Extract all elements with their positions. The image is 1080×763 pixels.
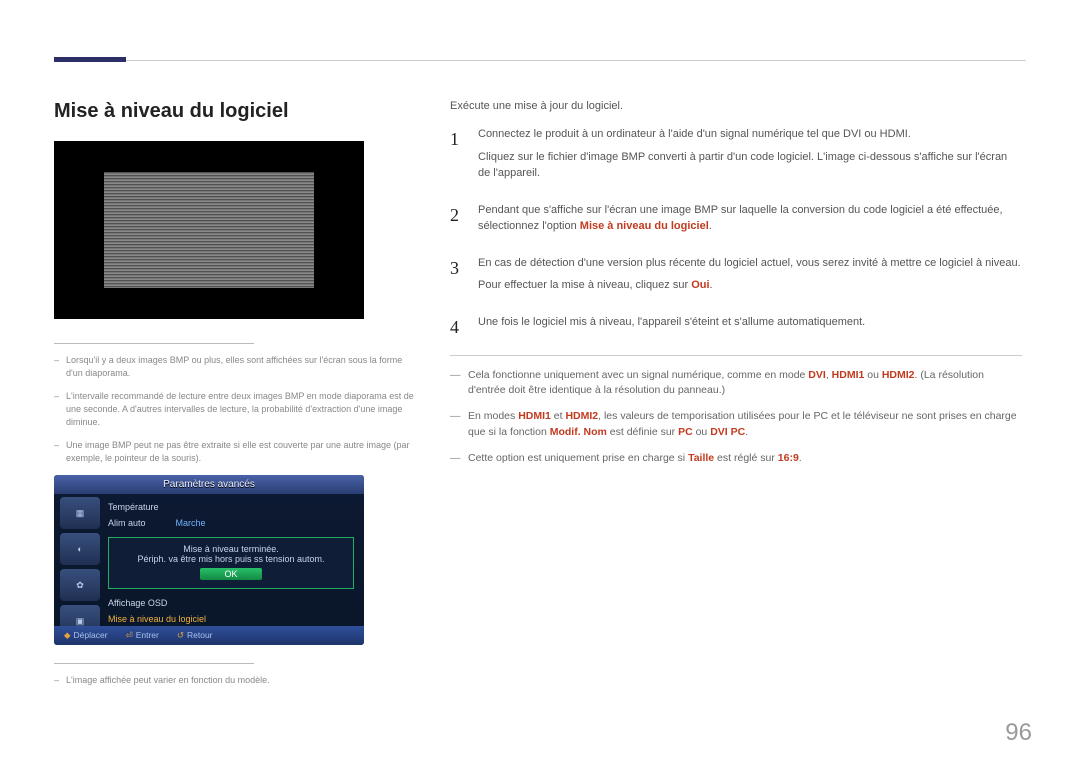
text: Une fois le logiciel mis à niveau, l'app… — [478, 316, 865, 328]
emphasis: Modif. Nom — [550, 426, 607, 438]
page-title: Mise à niveau du logiciel — [54, 100, 418, 123]
step-paragraph: Une fois le logiciel mis à niveau, l'app… — [478, 314, 865, 331]
subnotes-list: Cela fonctionne uniquement avec un signa… — [450, 368, 1022, 467]
left-column: Mise à niveau du logiciel Lorsqu'il y a … — [54, 100, 418, 697]
step-item: 3 En cas de détection d'une version plus … — [450, 255, 1022, 300]
osd-value: Marche — [176, 518, 206, 528]
step-number: 1 — [450, 126, 464, 188]
text: En cas de détection d'une version plus r… — [478, 257, 1021, 269]
osd-popup-line1: Mise à niveau terminée. — [117, 544, 345, 554]
emphasis: HDMI2 — [882, 369, 915, 381]
header-rule — [54, 60, 1026, 61]
osd-popup-line2: Périph. va être mis hors puis ss tension… — [117, 554, 345, 564]
osd-screenshot: Paramètres avancés ▦ ◐ ✿ ▣ Température A… — [54, 475, 364, 645]
step-number: 2 — [450, 202, 464, 241]
text: est définie sur — [607, 426, 678, 438]
osd-body: Température Alim auto Marche Mise à nive… — [108, 499, 354, 627]
header-accent — [54, 57, 126, 62]
model-note: L'image affichée peut varier en fonction… — [54, 674, 418, 687]
step-item: 2 Pendant que s'affiche sur l'écran une i… — [450, 202, 1022, 241]
osd-sidebar-icons: ▦ ◐ ✿ ▣ — [60, 497, 100, 637]
intro-text: Exécute une mise à jour du logiciel. — [450, 100, 1022, 112]
text: . — [710, 279, 713, 291]
osd-footer: ◆Déplacer ⏎Entrer ↺Retour — [54, 626, 364, 645]
bmp-static-image — [104, 172, 314, 288]
step-item: 4 Une fois le logiciel mis à niveau, l'ap… — [450, 314, 1022, 341]
text: et — [551, 410, 566, 422]
text: . — [745, 426, 748, 438]
step-paragraph: En cas de détection d'une version plus r… — [478, 255, 1021, 272]
osd-footer-enter: ⏎Entrer — [126, 630, 159, 641]
osd-title: Paramètres avancés — [54, 475, 364, 494]
step-paragraph: Connectez le produit à un ordinateur à l… — [478, 126, 1022, 143]
osd-icon-sound: ◐ — [60, 533, 100, 565]
step-number: 4 — [450, 314, 464, 341]
osd-row-temperature: Température — [108, 499, 354, 515]
text: . — [709, 220, 712, 232]
note-item: Lorsqu'il y a deux images BMP ou plus, e… — [54, 354, 418, 380]
osd-label: Alim auto — [108, 518, 146, 528]
osd-ok-button: OK — [200, 568, 261, 580]
bmp-preview-frame — [54, 141, 364, 319]
text: ou — [693, 426, 711, 438]
osd-row-autopower: Alim auto Marche — [108, 515, 354, 531]
emphasis: PC — [678, 426, 693, 438]
emphasis: DVI — [808, 369, 826, 381]
emphasis: Oui — [691, 279, 709, 291]
text: Pour effectuer la mise à niveau, cliquez… — [478, 279, 691, 291]
divider — [450, 355, 1022, 356]
step-body: Connectez le produit à un ordinateur à l… — [478, 126, 1022, 188]
divider — [54, 663, 254, 664]
model-note-list: L'image affichée peut varier en fonction… — [54, 674, 418, 687]
text: est réglé sur — [714, 452, 778, 464]
step-paragraph: Pendant que s'affiche sur l'écran une im… — [478, 202, 1022, 235]
osd-row-software-upgrade: Mise à niveau du logiciel — [108, 611, 354, 627]
osd-label: Affichage OSD — [108, 598, 167, 608]
osd-label: Température — [108, 502, 159, 512]
note-item: Une image BMP peut ne pas être extraite … — [54, 439, 418, 465]
step-paragraph: Pour effectuer la mise à niveau, cliquez… — [478, 277, 1021, 294]
emphasis: 16:9 — [778, 452, 799, 464]
osd-footer-move: ◆Déplacer — [64, 630, 108, 641]
steps-list: 1 Connectez le produit à un ordinateur à … — [450, 126, 1022, 341]
text: En modes — [468, 410, 518, 422]
osd-icon-setup: ✿ — [60, 569, 100, 601]
left-notes-list: Lorsqu'il y a deux images BMP ou plus, e… — [54, 354, 418, 465]
subnote-item: Cette option est uniquement prise en cha… — [450, 451, 1022, 467]
emphasis: DVI PC — [710, 426, 745, 438]
right-column: Exécute une mise à jour du logiciel. 1 Co… — [450, 100, 1022, 476]
text: Cette option est uniquement prise en cha… — [468, 452, 688, 464]
step-item: 1 Connectez le produit à un ordinateur à … — [450, 126, 1022, 188]
note-item: L'intervalle recommandé de lecture entre… — [54, 390, 418, 429]
step-number: 3 — [450, 255, 464, 300]
osd-popup: Mise à niveau terminée. Périph. va être … — [108, 537, 354, 589]
step-body: En cas de détection d'une version plus r… — [478, 255, 1021, 300]
subnote-item: En modes HDMI1 et HDMI2, les valeurs de … — [450, 409, 1022, 441]
emphasis: HDMI1 — [832, 369, 865, 381]
step-body: Pendant que s'affiche sur l'écran une im… — [478, 202, 1022, 241]
text: Cela fonctionne uniquement avec un signa… — [468, 369, 808, 381]
osd-footer-return: ↺Retour — [177, 630, 213, 641]
text: Pendant que s'affiche sur l'écran une im… — [478, 204, 1003, 233]
osd-row-osd-display: Affichage OSD — [108, 595, 354, 611]
emphasis: HDMI2 — [565, 410, 598, 422]
osd-highlight-label: Mise à niveau du logiciel — [108, 614, 206, 624]
divider — [54, 343, 254, 344]
text: Connectez le produit à un ordinateur à l… — [478, 128, 911, 140]
page-number: 96 — [1005, 719, 1032, 747]
emphasis: Taille — [688, 452, 714, 464]
emphasis: HDMI1 — [518, 410, 551, 422]
emphasis: Mise à niveau du logiciel — [580, 220, 709, 232]
osd-icon-picture: ▦ — [60, 497, 100, 529]
text: ou — [864, 369, 882, 381]
text: Cliquez sur le fichier d'image BMP conve… — [478, 151, 1007, 180]
step-paragraph: Cliquez sur le fichier d'image BMP conve… — [478, 149, 1022, 182]
step-body: Une fois le logiciel mis à niveau, l'app… — [478, 314, 865, 341]
text: . — [799, 452, 802, 464]
subnote-item: Cela fonctionne uniquement avec un signa… — [450, 368, 1022, 400]
